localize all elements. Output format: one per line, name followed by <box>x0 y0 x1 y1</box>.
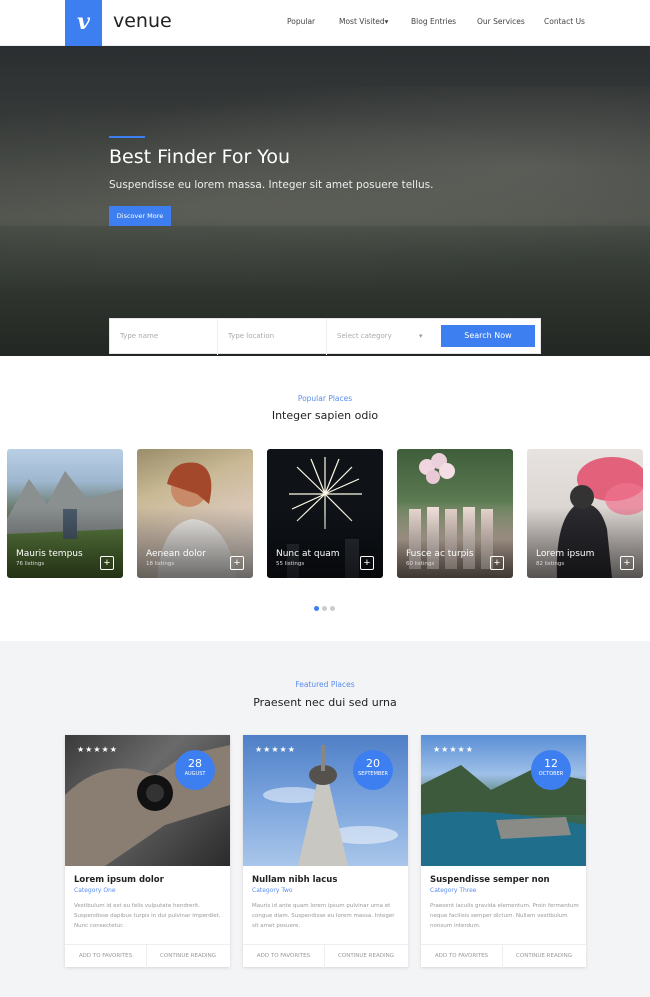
place-name: Aenean dolor <box>146 549 206 559</box>
place-name: Nunc at quam <box>276 549 340 559</box>
search-bar: Type name Type location Select category … <box>109 318 541 355</box>
add-to-favorites-button[interactable]: ADD TO FAVORITES <box>421 945 503 968</box>
plus-icon[interactable]: + <box>100 556 114 570</box>
rating-stars: ★★★★★ <box>433 745 474 754</box>
continue-reading-button[interactable]: CONTINUE READING <box>147 945 229 968</box>
place-count: 76 listings <box>16 561 45 567</box>
plus-icon[interactable]: + <box>360 556 374 570</box>
plus-icon[interactable]: + <box>230 556 244 570</box>
date-day: 28 <box>188 757 202 770</box>
date-badge: 12 OCTOBER <box>531 750 571 790</box>
place-card[interactable]: Fusce ac turpis 60 listings + <box>397 449 513 578</box>
popular-title: Integer sapien odio <box>271 409 379 422</box>
place-name: Mauris tempus <box>16 549 83 559</box>
card-actions: ADD TO FAVORITES CONTINUE READING <box>243 944 408 968</box>
featured-card-category[interactable]: Category Two <box>252 887 293 894</box>
place-name: Fusce ac turpis <box>406 549 474 559</box>
tower-photo: ★★★★★ 20 SEPTEMBER <box>243 735 408 866</box>
hero-subtitle: Suspendisse eu lorem massa. Integer sit … <box>109 179 434 191</box>
search-now-button[interactable]: Search Now <box>441 325 535 347</box>
featured-card-category[interactable]: Category One <box>74 887 116 894</box>
date-day: 20 <box>366 757 380 770</box>
place-count: 60 listings <box>406 561 435 567</box>
location-input[interactable]: Type location <box>218 319 327 355</box>
date-badge: 28 AUGUST <box>175 750 215 790</box>
card-actions: ADD TO FAVORITES CONTINUE READING <box>421 944 586 968</box>
plus-icon[interactable]: + <box>490 556 504 570</box>
date-month: OCTOBER <box>538 771 564 777</box>
logo-mark[interactable]: v <box>65 0 102 46</box>
rating-stars: ★★★★★ <box>255 745 296 754</box>
place-card[interactable]: Mauris tempus 76 listings + <box>7 449 123 578</box>
continue-reading-button[interactable]: CONTINUE READING <box>503 945 585 968</box>
continue-reading-button[interactable]: CONTINUE READING <box>325 945 407 968</box>
name-input[interactable]: Type name <box>110 319 218 355</box>
hero-accent-line <box>109 136 145 138</box>
nav-most-visited[interactable]: Most Visited▾ <box>339 17 388 26</box>
featured-kicker: Featured Places <box>295 680 355 689</box>
fjord-photo: ★★★★★ 12 OCTOBER <box>421 735 586 866</box>
hero-title: Best Finder For You <box>109 146 291 168</box>
carousel-dots <box>314 598 338 616</box>
featured-card-description: Vestibulum id est eu felis vulputate hen… <box>74 903 221 929</box>
featured-card-title[interactable]: Suspendisse semper non <box>430 875 550 885</box>
date-day: 12 <box>544 757 558 770</box>
place-count: 55 listings <box>276 561 305 567</box>
carousel-dot-active[interactable] <box>314 606 319 611</box>
featured-card[interactable]: ★★★★★ 28 AUGUST Lorem ipsum dolor Categor… <box>65 735 230 968</box>
nav-our-services[interactable]: Our Services <box>477 17 525 26</box>
place-name: Lorem ipsum <box>536 549 595 559</box>
featured-card-description: Praesent iaculis gravida elementum. Proi… <box>430 903 579 929</box>
date-month: SEPTEMBER <box>358 771 388 777</box>
carousel-dot[interactable] <box>322 606 327 611</box>
featured-title: Praesent nec dui sed urna <box>253 696 397 709</box>
nav-most-visited-label: Most Visited <box>339 17 385 26</box>
brand-name[interactable]: venue <box>113 10 172 32</box>
featured-card-title[interactable]: Nullam nibh lacus <box>252 875 337 885</box>
place-count: 82 listings <box>536 561 565 567</box>
chevron-down-icon: ▾ <box>419 332 423 340</box>
discover-more-button[interactable]: Discover More <box>109 206 171 226</box>
plus-icon[interactable]: + <box>620 556 634 570</box>
nav-contact-us[interactable]: Contact Us <box>544 17 585 26</box>
card-actions: ADD TO FAVORITES CONTINUE READING <box>65 944 230 968</box>
featured-card[interactable]: ★★★★★ 20 SEPTEMBER Nullam nibh lacus Cate… <box>243 735 408 968</box>
chevron-down-icon: ▾ <box>384 17 389 26</box>
featured-card-description: Mauris id ante quam lorem ipsum pulvinar… <box>252 903 395 929</box>
popular-kicker: Popular Places <box>297 394 353 403</box>
featured-card-title[interactable]: Lorem ipsum dolor <box>74 875 164 885</box>
add-to-favorites-button[interactable]: ADD TO FAVORITES <box>243 945 325 968</box>
place-card[interactable]: Lorem ipsum 82 listings + <box>527 449 643 578</box>
camera-photo: ★★★★★ 28 AUGUST <box>65 735 230 866</box>
rating-stars: ★★★★★ <box>77 745 118 754</box>
place-card[interactable]: Nunc at quam 55 listings + <box>267 449 383 578</box>
top-navbar: v venue Popular Most Visited▾ Blog Entri… <box>0 0 650 46</box>
featured-card[interactable]: ★★★★★ 12 OCTOBER Suspendisse semper non C… <box>421 735 586 968</box>
carousel-dot[interactable] <box>330 606 335 611</box>
place-card[interactable]: Aenean dolor 18 listings + <box>137 449 253 578</box>
category-select-label: Select category <box>337 332 392 340</box>
add-to-favorites-button[interactable]: ADD TO FAVORITES <box>65 945 147 968</box>
featured-card-category[interactable]: Category Three <box>430 887 477 894</box>
place-count: 18 listings <box>146 561 175 567</box>
date-badge: 20 SEPTEMBER <box>353 750 393 790</box>
nav-blog-entries[interactable]: Blog Entries <box>411 17 456 26</box>
date-month: AUGUST <box>184 771 206 777</box>
hero-banner <box>0 46 650 356</box>
nav-popular[interactable]: Popular <box>287 17 315 26</box>
category-select[interactable]: Select category ▾ <box>327 319 435 355</box>
